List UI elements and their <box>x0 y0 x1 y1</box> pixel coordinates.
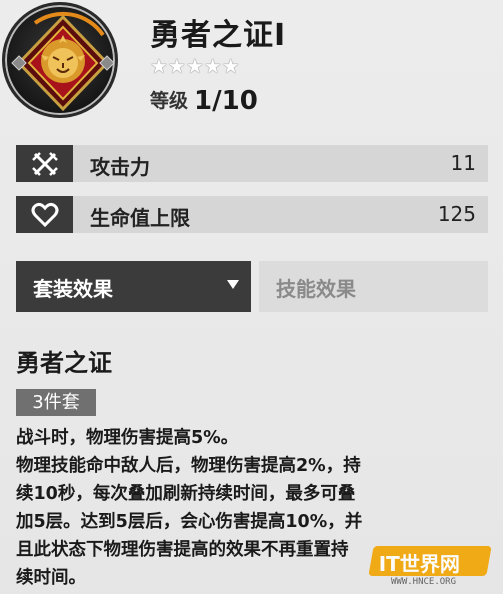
tab-skill-effect[interactable]: 技能效果 <box>259 261 488 312</box>
description-line: 加5层。达到5层后，会心伤害提高10%，并 <box>16 512 363 532</box>
watermark-url: WWW.HNCE.ORG <box>391 577 457 587</box>
star-rating: ★★★★★ <box>150 54 240 78</box>
stat-label: 生命值上限 <box>90 206 190 230</box>
stat-icon-box <box>16 196 73 233</box>
tab-skill-effect-label: 技能效果 <box>276 277 356 301</box>
watermark-logo-text: IT世界网 <box>378 552 460 576</box>
set-emblem <box>2 2 118 118</box>
tab-set-effect-label: 套装效果 <box>33 277 113 301</box>
item-name: 勇者之证I <box>150 18 287 53</box>
description-line: 续10秒，每次叠加刷新持续时间，最多可叠 <box>16 484 356 504</box>
caret-down-icon <box>227 280 239 289</box>
level-value: 1/10 <box>194 86 258 116</box>
stat-row-attack: 攻击力 11 <box>16 145 488 182</box>
description-line: 战斗时，物理伤害提高5%。 <box>16 428 239 448</box>
level-row: 等级 1/10 <box>150 86 258 116</box>
set-title: 勇者之证 <box>16 349 112 377</box>
stat-value: 125 <box>437 202 476 226</box>
description-line: 续时间。 <box>16 568 86 588</box>
set-pieces-badge: 3件套 <box>16 389 96 416</box>
watermark-logo: IT世界网 <box>368 546 492 576</box>
crossed-swords-icon <box>32 152 58 176</box>
level-label: 等级 <box>150 90 189 112</box>
lion-crest-icon <box>11 11 115 112</box>
stat-icon-box <box>16 145 73 182</box>
heart-icon <box>31 202 59 228</box>
watermark: IT世界网 WWW.HNCE.ORG <box>368 546 499 588</box>
stat-value: 11 <box>450 151 476 175</box>
description-line: 物理技能命中敌人后，物理伤害提高2%，持 <box>16 456 361 476</box>
description-line: 且此状态下物理伤害提高的效果不再重置持 <box>16 540 349 560</box>
stat-row-max-hp: 生命值上限 125 <box>16 196 488 233</box>
tab-set-effect[interactable]: 套装效果 <box>16 261 251 312</box>
stat-label: 攻击力 <box>90 155 150 179</box>
